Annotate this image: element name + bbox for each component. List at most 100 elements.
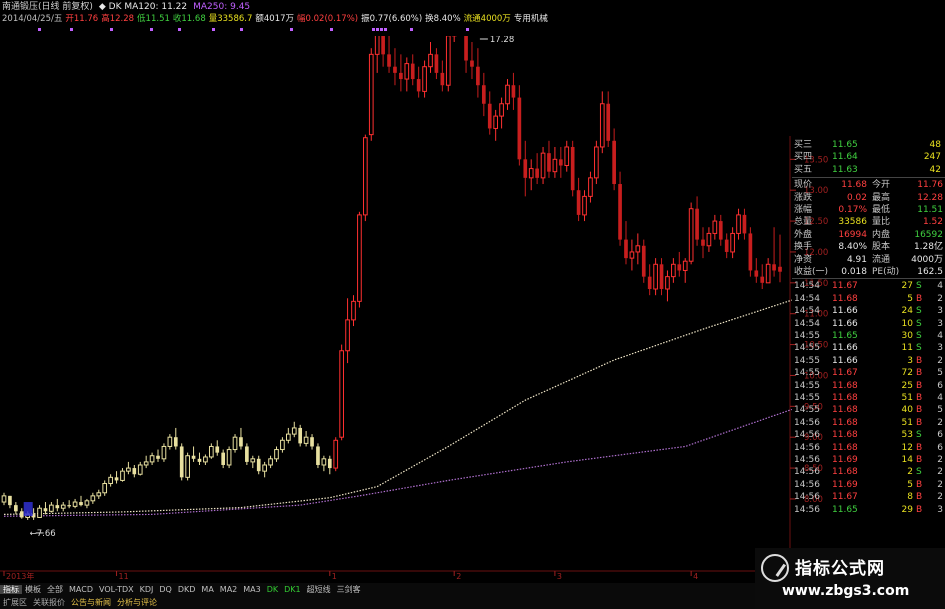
signal-marks xyxy=(38,28,469,31)
stat-label: 量比 xyxy=(872,217,891,228)
signal-mark xyxy=(410,28,413,31)
candle xyxy=(582,190,587,222)
candle xyxy=(345,298,350,364)
stat-value: 11.51 xyxy=(917,205,943,215)
indicator-tab[interactable]: DKD xyxy=(175,585,199,594)
tick-price: 11.68 xyxy=(832,405,858,416)
tick-row: 14:56 11.69 5 B 2 xyxy=(792,479,945,491)
indicator-tab[interactable]: DK1 xyxy=(281,585,304,594)
candle-body xyxy=(185,455,190,478)
candle xyxy=(428,42,433,73)
candle-body xyxy=(399,72,403,80)
stat-value: 0.018 xyxy=(841,267,867,277)
candle xyxy=(126,461,131,475)
candle-body xyxy=(570,146,575,191)
candle-body xyxy=(137,464,143,475)
candle-body xyxy=(682,260,688,271)
indicator-tab[interactable]: 指标 xyxy=(0,585,22,594)
candle-body xyxy=(250,458,256,463)
tick-price: 11.66 xyxy=(832,306,858,317)
title-part: MA250: 9.45 xyxy=(193,2,251,12)
candle xyxy=(114,471,119,484)
candle xyxy=(221,449,226,469)
candle-body xyxy=(96,492,102,497)
tick-time: 14:56 xyxy=(794,430,820,441)
candle-body xyxy=(108,476,113,485)
candle xyxy=(387,36,391,73)
indicator-tab[interactable]: 超短线 xyxy=(304,585,334,594)
candle-body xyxy=(760,276,765,283)
low-price-label: ←7.66 xyxy=(30,529,56,539)
order-book-row: 买三 11.65 48 xyxy=(792,139,945,151)
indicator-tab[interactable]: 模板 xyxy=(22,585,44,594)
tick-side: B xyxy=(916,479,923,490)
indicator-tab[interactable]: DK xyxy=(264,585,281,594)
tick-row: 14:56 11.69 14 B 2 xyxy=(792,454,945,466)
candle-body xyxy=(316,446,320,465)
tick-volume: 51 xyxy=(901,417,913,428)
candle-body xyxy=(712,220,718,234)
extension-tab[interactable]: 关联报价 xyxy=(30,598,68,607)
candle-body xyxy=(256,458,261,472)
candle xyxy=(659,258,664,296)
candle xyxy=(8,495,12,509)
tick-side: B xyxy=(916,293,923,304)
indicator-tab[interactable]: VOL-TDX xyxy=(96,585,137,594)
indicator-tab[interactable]: MA xyxy=(198,585,216,594)
quote-part: 专用机械 xyxy=(513,14,548,24)
tick-row: 14:54 11.67 27 S 4 xyxy=(792,280,945,292)
extension-tab[interactable]: 公告与新闻 xyxy=(68,598,114,607)
quote-part: 额4017万 xyxy=(255,14,295,24)
tick-count: 4 xyxy=(937,331,943,341)
candle xyxy=(197,452,202,465)
stat-value: 4000万 xyxy=(911,254,943,265)
indicator-tab[interactable]: MA2 xyxy=(217,585,240,594)
indicator-tab[interactable]: MACD xyxy=(66,585,96,594)
indicator-tab[interactable]: MA3 xyxy=(240,585,263,594)
tick-side: B xyxy=(916,492,923,503)
candle-body xyxy=(718,221,723,240)
stat-row: 外盘 16994 内盘 16592 xyxy=(792,229,945,241)
candle-body xyxy=(143,461,149,466)
order-label: 买五 xyxy=(794,164,813,175)
tick-count: 2 xyxy=(937,417,943,428)
tick-row: 14:56 11.68 2 S 2 xyxy=(792,466,945,478)
extension-tab[interactable]: 扩展区 xyxy=(0,598,30,607)
order-label: 买三 xyxy=(794,140,813,150)
candle xyxy=(191,446,196,462)
candle-body xyxy=(671,263,676,278)
stat-value: 16592 xyxy=(914,229,943,240)
title-part: ◆ DK MA120: 11.22 xyxy=(98,2,188,12)
tick-price: 11.66 xyxy=(832,318,858,329)
candle-body xyxy=(291,427,297,435)
stat-label: 今开 xyxy=(872,180,891,191)
candle xyxy=(618,171,622,246)
indicator-tab[interactable]: KDJ xyxy=(137,585,157,594)
order-volume: 48 xyxy=(929,140,941,150)
tick-time: 14:55 xyxy=(794,355,820,366)
tick-side: S xyxy=(916,306,922,317)
tick-row: 14:56 11.68 53 S 6 xyxy=(792,429,945,441)
candle xyxy=(143,455,149,469)
stat-value: 11.76 xyxy=(917,180,943,191)
extension-tab[interactable]: 分析与评论 xyxy=(114,598,160,607)
candle xyxy=(60,502,66,512)
stat-row: 涨幅 0.17% 最低 11.51 xyxy=(792,204,945,216)
candle-body xyxy=(445,36,451,86)
tick-side: B xyxy=(916,442,923,453)
tick-time: 14:54 xyxy=(794,318,820,329)
candle xyxy=(410,54,415,86)
tick-side: B xyxy=(916,380,923,391)
candle xyxy=(528,159,534,191)
indicator-tab[interactable]: 全部 xyxy=(44,585,66,594)
indicator-tab[interactable]: DQ xyxy=(156,585,174,594)
signal-mark xyxy=(150,28,153,31)
tick-time: 14:56 xyxy=(794,504,820,515)
candle-body xyxy=(564,146,570,166)
moving-average-layer xyxy=(3,299,793,517)
candle xyxy=(67,500,71,509)
candle xyxy=(547,140,551,178)
indicator-tab[interactable]: 三剑客 xyxy=(334,585,364,594)
tick-time: 14:56 xyxy=(794,455,820,465)
candle-body xyxy=(156,455,160,459)
